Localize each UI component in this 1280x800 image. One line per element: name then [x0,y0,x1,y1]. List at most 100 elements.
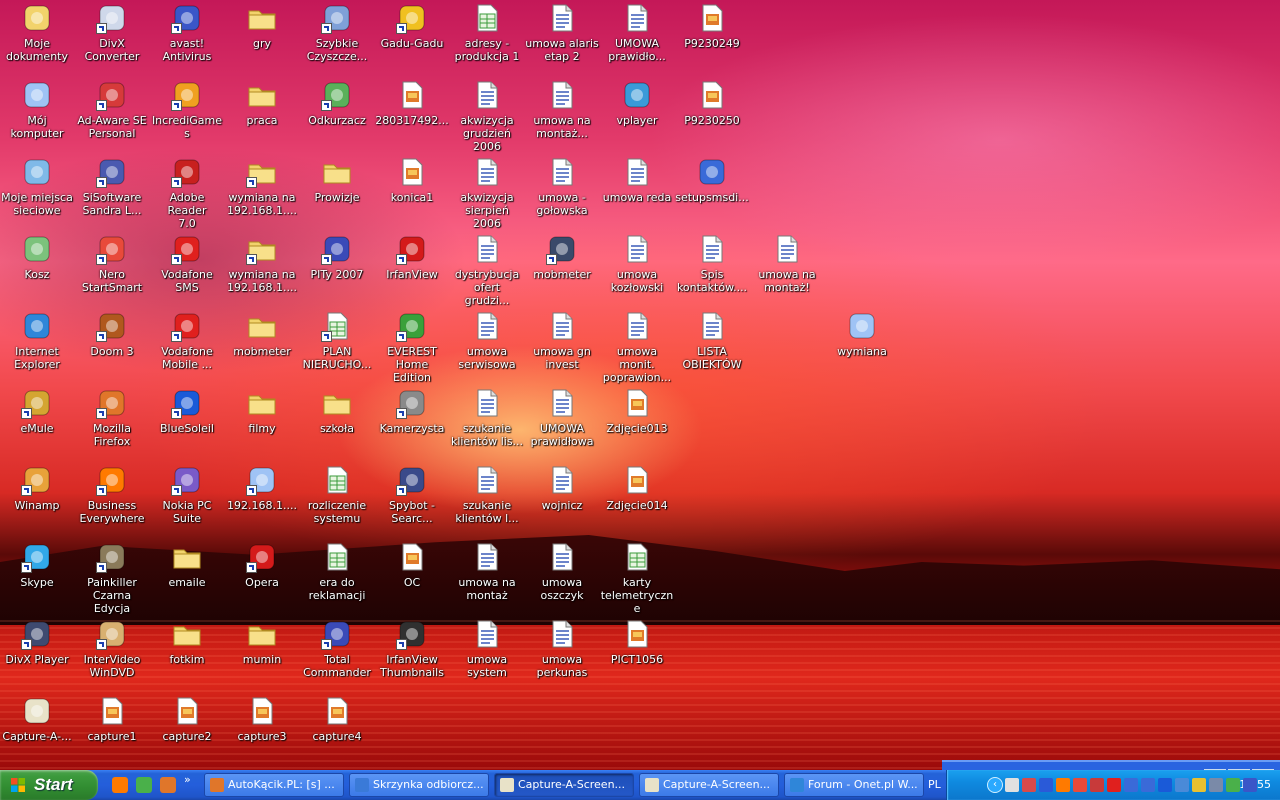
desktop-icon[interactable]: Capture-A-... [0,695,74,743]
desktop-icon[interactable]: fotkim [150,618,224,666]
desktop-icon[interactable]: PLAN NIERUCHO... [300,310,374,371]
desktop-icon[interactable]: umowa system [450,618,524,679]
desktop-icon[interactable]: umowa serwisowa [450,310,524,371]
desktop-icon[interactable]: wymiana na 192.168.1.... [225,156,299,217]
settings-tray-icon[interactable] [1022,778,1036,792]
desktop-icon[interactable]: IrfanView Thumbnails [375,618,449,679]
desktop-icon[interactable]: Odkurzacz [300,79,374,127]
taskbar-button[interactable]: Capture-A-Screen... [494,773,634,797]
desktop-icon[interactable]: Total Commander [300,618,374,679]
desktop-icon[interactable]: Szybkie Czyszcze... [300,2,374,63]
desktop-icon[interactable]: Vodafone SMS [150,233,224,294]
wireless-tray-icon[interactable] [1175,778,1189,792]
wireless2-tray-icon[interactable] [1226,778,1240,792]
desktop-icon[interactable]: szkoła [300,387,374,435]
desktop-icon[interactable]: Prowizje [300,156,374,204]
desktop-icon[interactable]: Painkiller Czarna Edycja [75,541,149,615]
desktop-icon[interactable]: DivX Player [0,618,74,666]
desktop-icon[interactable]: Winamp [0,464,74,512]
desktop-icon[interactable]: akwizycja sierpień 2006 [450,156,524,230]
desktop-icon[interactable]: umowa monit. poprawion... [600,310,674,384]
desktop-icon[interactable]: szukanie klientów l... [450,464,524,525]
desktop-icon[interactable]: adresy - produkcja 1 [450,2,524,63]
desktop-icon[interactable]: Kamerzysta [375,387,449,435]
avast-tray-icon[interactable] [1243,778,1257,792]
desktop-icon[interactable]: SiSoftware Sandra L... [75,156,149,217]
desktop-icon[interactable]: umowa gn invest [525,310,599,371]
desktop-icon[interactable]: BlueSoleil [150,387,224,435]
desktop-icon[interactable]: praca [225,79,299,127]
desktop-icon[interactable]: Adobe Reader 7.0 [150,156,224,230]
gadu-small-icon[interactable] [136,777,152,793]
keyboard-icon[interactable] [1005,778,1019,792]
network-error-tray-icon[interactable] [1090,778,1104,792]
desktop-icon[interactable]: Nero StartSmart [75,233,149,294]
desktop-icon[interactable]: setupsmsdi... [675,156,749,204]
desktop-icon[interactable]: konica1 [375,156,449,204]
desktop-icon[interactable]: vplayer [600,79,674,127]
desktop-icon[interactable]: mobmeter [225,310,299,358]
desktop-icon[interactable]: 192.168.1.... [225,464,299,512]
desktop-icon[interactable]: UMOWA prawidłowa [525,387,599,448]
desktop-icon[interactable]: wymiana na 192.168.1.... [225,233,299,294]
taskbar-button[interactable]: Capture-A-Screen... [639,773,779,797]
desktop-icon[interactable]: mobmeter [525,233,599,281]
desktop-icon[interactable]: umowa alaris etap 2 [525,2,599,63]
desktop-icon[interactable]: OC [375,541,449,589]
desktop-icon[interactable]: Moje miejsca sieciowe [0,156,74,217]
pen-tray-icon[interactable] [1192,778,1206,792]
desktop-icon[interactable]: era do reklamacji [300,541,374,602]
desktop-icon[interactable]: eMule [0,387,74,435]
desktop-icon[interactable]: mumin [225,618,299,666]
desktop-icon[interactable]: karty telemetryczne [600,541,674,615]
desktop-icon[interactable]: P9230249 [675,2,749,50]
desktop-icon[interactable]: PICT1056 [600,618,674,666]
desktop-icon[interactable]: LISTA OBIEKTÓW [675,310,749,371]
desktop-icon[interactable]: capture4 [300,695,374,743]
desktop-icon[interactable]: filmy [225,387,299,435]
desktop[interactable]: Moje dokumenty Mój komputer Moje miejsca s… [0,0,1280,770]
desktop-icon[interactable]: umowa kozłowski [600,233,674,294]
taskbar-button[interactable]: Skrzynka odbiorcz... [349,773,489,797]
desktop-icon[interactable]: umowa perkunas [525,618,599,679]
desktop-icon[interactable]: Spybot - Searc... [375,464,449,525]
desktop-icon[interactable]: avast! Antivirus [150,2,224,63]
network2-tray-icon[interactable] [1124,778,1138,792]
desktop-icon[interactable]: capture3 [225,695,299,743]
desktop-icon[interactable]: Kosz [0,233,74,281]
minimized-window-bar[interactable] [942,760,1280,770]
desktop-icon[interactable]: Mój komputer [0,79,74,140]
desktop-icon[interactable]: szukanie klientów lis... [450,387,524,448]
desktop-icon[interactable]: Mozilla Firefox [75,387,149,448]
desktop-icon[interactable]: Ad-Aware SE Personal [75,79,149,140]
desktop-icon[interactable]: PITy 2007 [300,233,374,281]
desktop-icon[interactable]: Skype [0,541,74,589]
desktop-icon[interactable]: Business Everywhere [75,464,149,525]
desktop-icon[interactable]: wymiana [825,310,899,358]
taskbar-button[interactable]: AutoKącik.PL: [s] ... [204,773,344,797]
desktop-icon[interactable]: rozliczenie systemu [300,464,374,525]
desktop-icon[interactable]: capture1 [75,695,149,743]
desktop-icon[interactable]: gry [225,2,299,50]
firefox-small-icon[interactable] [160,777,176,793]
desktop-icon[interactable]: EVEREST Home Edition [375,310,449,384]
bluetooth-tray-icon[interactable] [1158,778,1172,792]
desktop-icon[interactable]: umowa na montaż [450,541,524,602]
quick-launch-more-button[interactable]: » [184,773,191,786]
desktop-icon[interactable]: Spis kontaktów.... [675,233,749,294]
taskbar-button[interactable]: Forum - Onet.pl W... [784,773,924,797]
desktop-icon[interactable]: Vodafone Mobile ... [150,310,224,371]
desktop-icon[interactable]: InterVideo WinDVD [75,618,149,679]
desktop-icon[interactable]: UMOWA prawidło... [600,2,674,63]
desktop-icon[interactable]: Moje dokumenty [0,2,74,63]
network-tray-icon[interactable] [1039,778,1053,792]
desktop-icon[interactable]: Zdjęcie014 [600,464,674,512]
desktop-icon[interactable]: P9230250 [675,79,749,127]
desktop-icon[interactable]: umowa - gołowska [525,156,599,217]
desktop-icon[interactable]: Nokia PC Suite [150,464,224,525]
vodafone-tray-icon[interactable] [1107,778,1121,792]
desktop-icon[interactable]: dystrybucja ofert grudzi... [450,233,524,307]
desktop-icon[interactable]: Zdjęcie013 [600,387,674,435]
desktop-icon[interactable]: umowa reda [600,156,674,204]
language-indicator[interactable]: PL [928,778,941,791]
